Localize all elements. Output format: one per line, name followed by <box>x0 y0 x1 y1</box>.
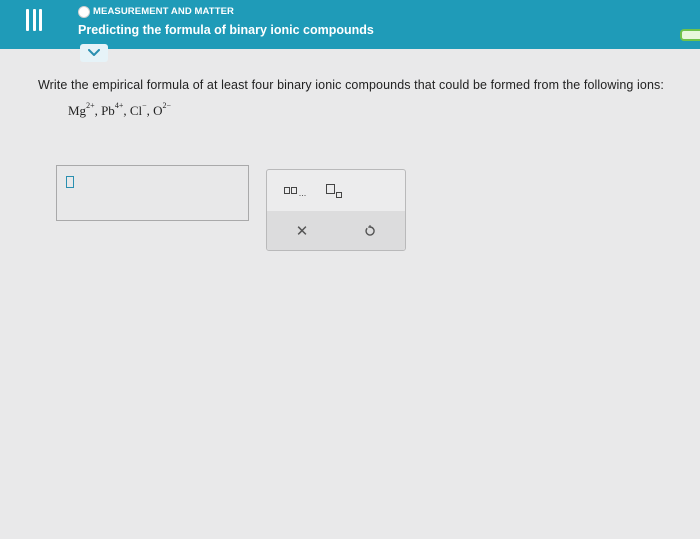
formula-palette: ... ✕ <box>266 169 406 251</box>
palette-actions-row: ✕ <box>267 211 405 250</box>
subscript-template-icon <box>326 182 342 198</box>
undo-icon <box>365 225 375 236</box>
ion-chloride: Cl−, <box>129 101 154 119</box>
clear-icon: ✕ <box>295 223 309 240</box>
ion-list: Mg2+, Pb4+, Cl−, O2− <box>68 101 172 119</box>
ion-magnesium: Mg2+, <box>68 101 102 119</box>
progress-indicator <box>680 29 700 41</box>
input-placeholder-box <box>66 176 74 188</box>
palette-templates-row: ... <box>267 170 405 210</box>
ion-lead: Pb4+, <box>101 101 130 119</box>
top-bar: MEASUREMENT AND MATTER Predicting the fo… <box>0 0 700 49</box>
answer-input[interactable] <box>56 165 249 221</box>
subscript-template-button[interactable] <box>321 178 347 200</box>
ion-oxide: O2− <box>153 101 172 119</box>
question-prompt: Write the empirical formula of at least … <box>38 78 664 92</box>
undo-button[interactable] <box>355 219 385 243</box>
formula-template-icon: ... <box>283 182 306 198</box>
clear-button[interactable]: ✕ <box>287 219 317 243</box>
status-dot-icon <box>78 6 90 18</box>
chevron-down-icon <box>88 49 100 56</box>
page-title: Predicting the formula of binary ionic c… <box>78 23 374 37</box>
topic-label: MEASUREMENT AND MATTER <box>93 6 234 17</box>
formula-template-button[interactable]: ... <box>275 178 315 200</box>
menu-icon[interactable] <box>26 9 42 31</box>
collapse-toggle[interactable] <box>80 44 108 62</box>
